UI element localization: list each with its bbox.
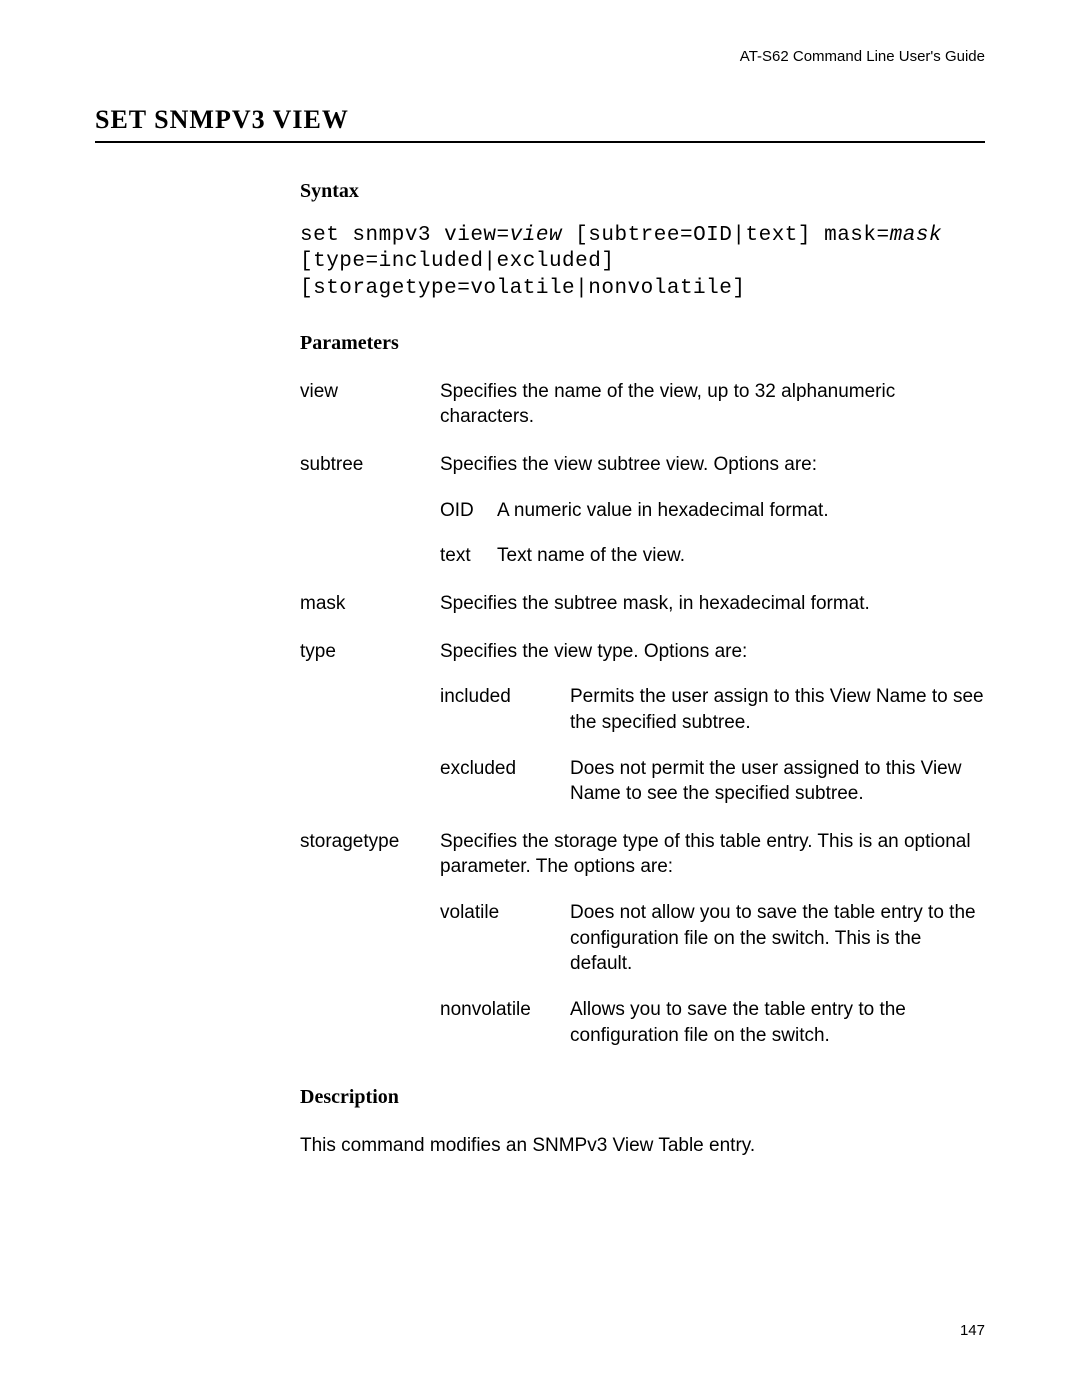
- sub-option-name: included: [440, 684, 570, 710]
- description-heading: Description: [300, 1084, 985, 1111]
- syntax-block: set snmpv3 view=view [subtree=OID|text] …: [300, 223, 985, 302]
- syntax-line-1: set snmpv3 view=view [subtree=OID|text] …: [300, 223, 985, 249]
- param-row-view: view Specifies the name of the view, up …: [300, 379, 985, 430]
- parameters-heading: Parameters: [300, 330, 985, 357]
- syntax-var: mask: [890, 224, 942, 247]
- sub-option-desc: A numeric value in hexadecimal format.: [497, 498, 985, 524]
- sub-option-desc: Permits the user assign to this View Nam…: [570, 684, 985, 735]
- param-desc-text: Specifies the storage type of this table…: [440, 829, 985, 880]
- sub-option-desc: Does not allow you to save the table ent…: [570, 900, 985, 977]
- param-desc: Specifies the name of the view, up to 32…: [440, 379, 985, 430]
- document-page: AT-S62 Command Line User's Guide SET SNM…: [0, 0, 1080, 1397]
- param-desc: Specifies the view type. Options are: in…: [440, 639, 985, 829]
- sub-option-row: included Permits the user assign to this…: [440, 684, 985, 735]
- param-name: mask: [300, 591, 440, 617]
- description-text: This command modifies an SNMPv3 View Tab…: [300, 1133, 985, 1159]
- sub-option-name: nonvolatile: [440, 997, 570, 1023]
- sub-option-row: text Text name of the view.: [440, 543, 985, 569]
- sub-option-row: OID A numeric value in hexadecimal forma…: [440, 498, 985, 524]
- sub-option-desc: Text name of the view.: [497, 543, 985, 569]
- param-name: type: [300, 639, 440, 665]
- param-name: subtree: [300, 452, 440, 478]
- param-desc-text: Specifies the view type. Options are:: [440, 639, 985, 665]
- body-content: Syntax set snmpv3 view=view [subtree=OID…: [300, 178, 985, 1159]
- sub-option-row: excluded Does not permit the user assign…: [440, 756, 985, 807]
- parameters-list: view Specifies the name of the view, up …: [300, 379, 985, 1071]
- sub-option-desc: Allows you to save the table entry to th…: [570, 997, 985, 1048]
- param-name: storagetype: [300, 829, 440, 855]
- sub-option-name: OID: [440, 498, 497, 524]
- param-row-storagetype: storagetype Specifies the storage type o…: [300, 829, 985, 1070]
- syntax-line-3: [storagetype=volatile|nonvolatile]: [300, 276, 985, 302]
- syntax-line-2: [type=included|excluded]: [300, 249, 985, 275]
- param-name: view: [300, 379, 440, 405]
- param-desc-text: Specifies the view subtree view. Options…: [440, 452, 985, 478]
- param-desc: Specifies the view subtree view. Options…: [440, 452, 985, 591]
- syntax-heading: Syntax: [300, 178, 985, 205]
- param-desc: Specifies the storage type of this table…: [440, 829, 985, 1070]
- param-row-subtree: subtree Specifies the view subtree view.…: [300, 452, 985, 591]
- param-desc: Specifies the subtree mask, in hexadecim…: [440, 591, 985, 617]
- syntax-text: set snmpv3 view=: [300, 224, 510, 247]
- page-number: 147: [960, 1322, 985, 1339]
- sub-option-row: nonvolatile Allows you to save the table…: [440, 997, 985, 1048]
- sub-option-desc: Does not permit the user assigned to thi…: [570, 756, 985, 807]
- syntax-text: [subtree=OID|text] mask=: [562, 224, 890, 247]
- sub-option-name: text: [440, 543, 497, 569]
- param-row-mask: mask Specifies the subtree mask, in hexa…: [300, 591, 985, 617]
- sub-option-name: excluded: [440, 756, 570, 782]
- header-guide-name: AT-S62 Command Line User's Guide: [95, 48, 985, 65]
- sub-option-name: volatile: [440, 900, 570, 926]
- param-row-type: type Specifies the view type. Options ar…: [300, 639, 985, 829]
- sub-option-row: volatile Does not allow you to save the …: [440, 900, 985, 977]
- syntax-var: view: [510, 224, 562, 247]
- section-title: SET SNMPV3 VIEW: [95, 105, 985, 143]
